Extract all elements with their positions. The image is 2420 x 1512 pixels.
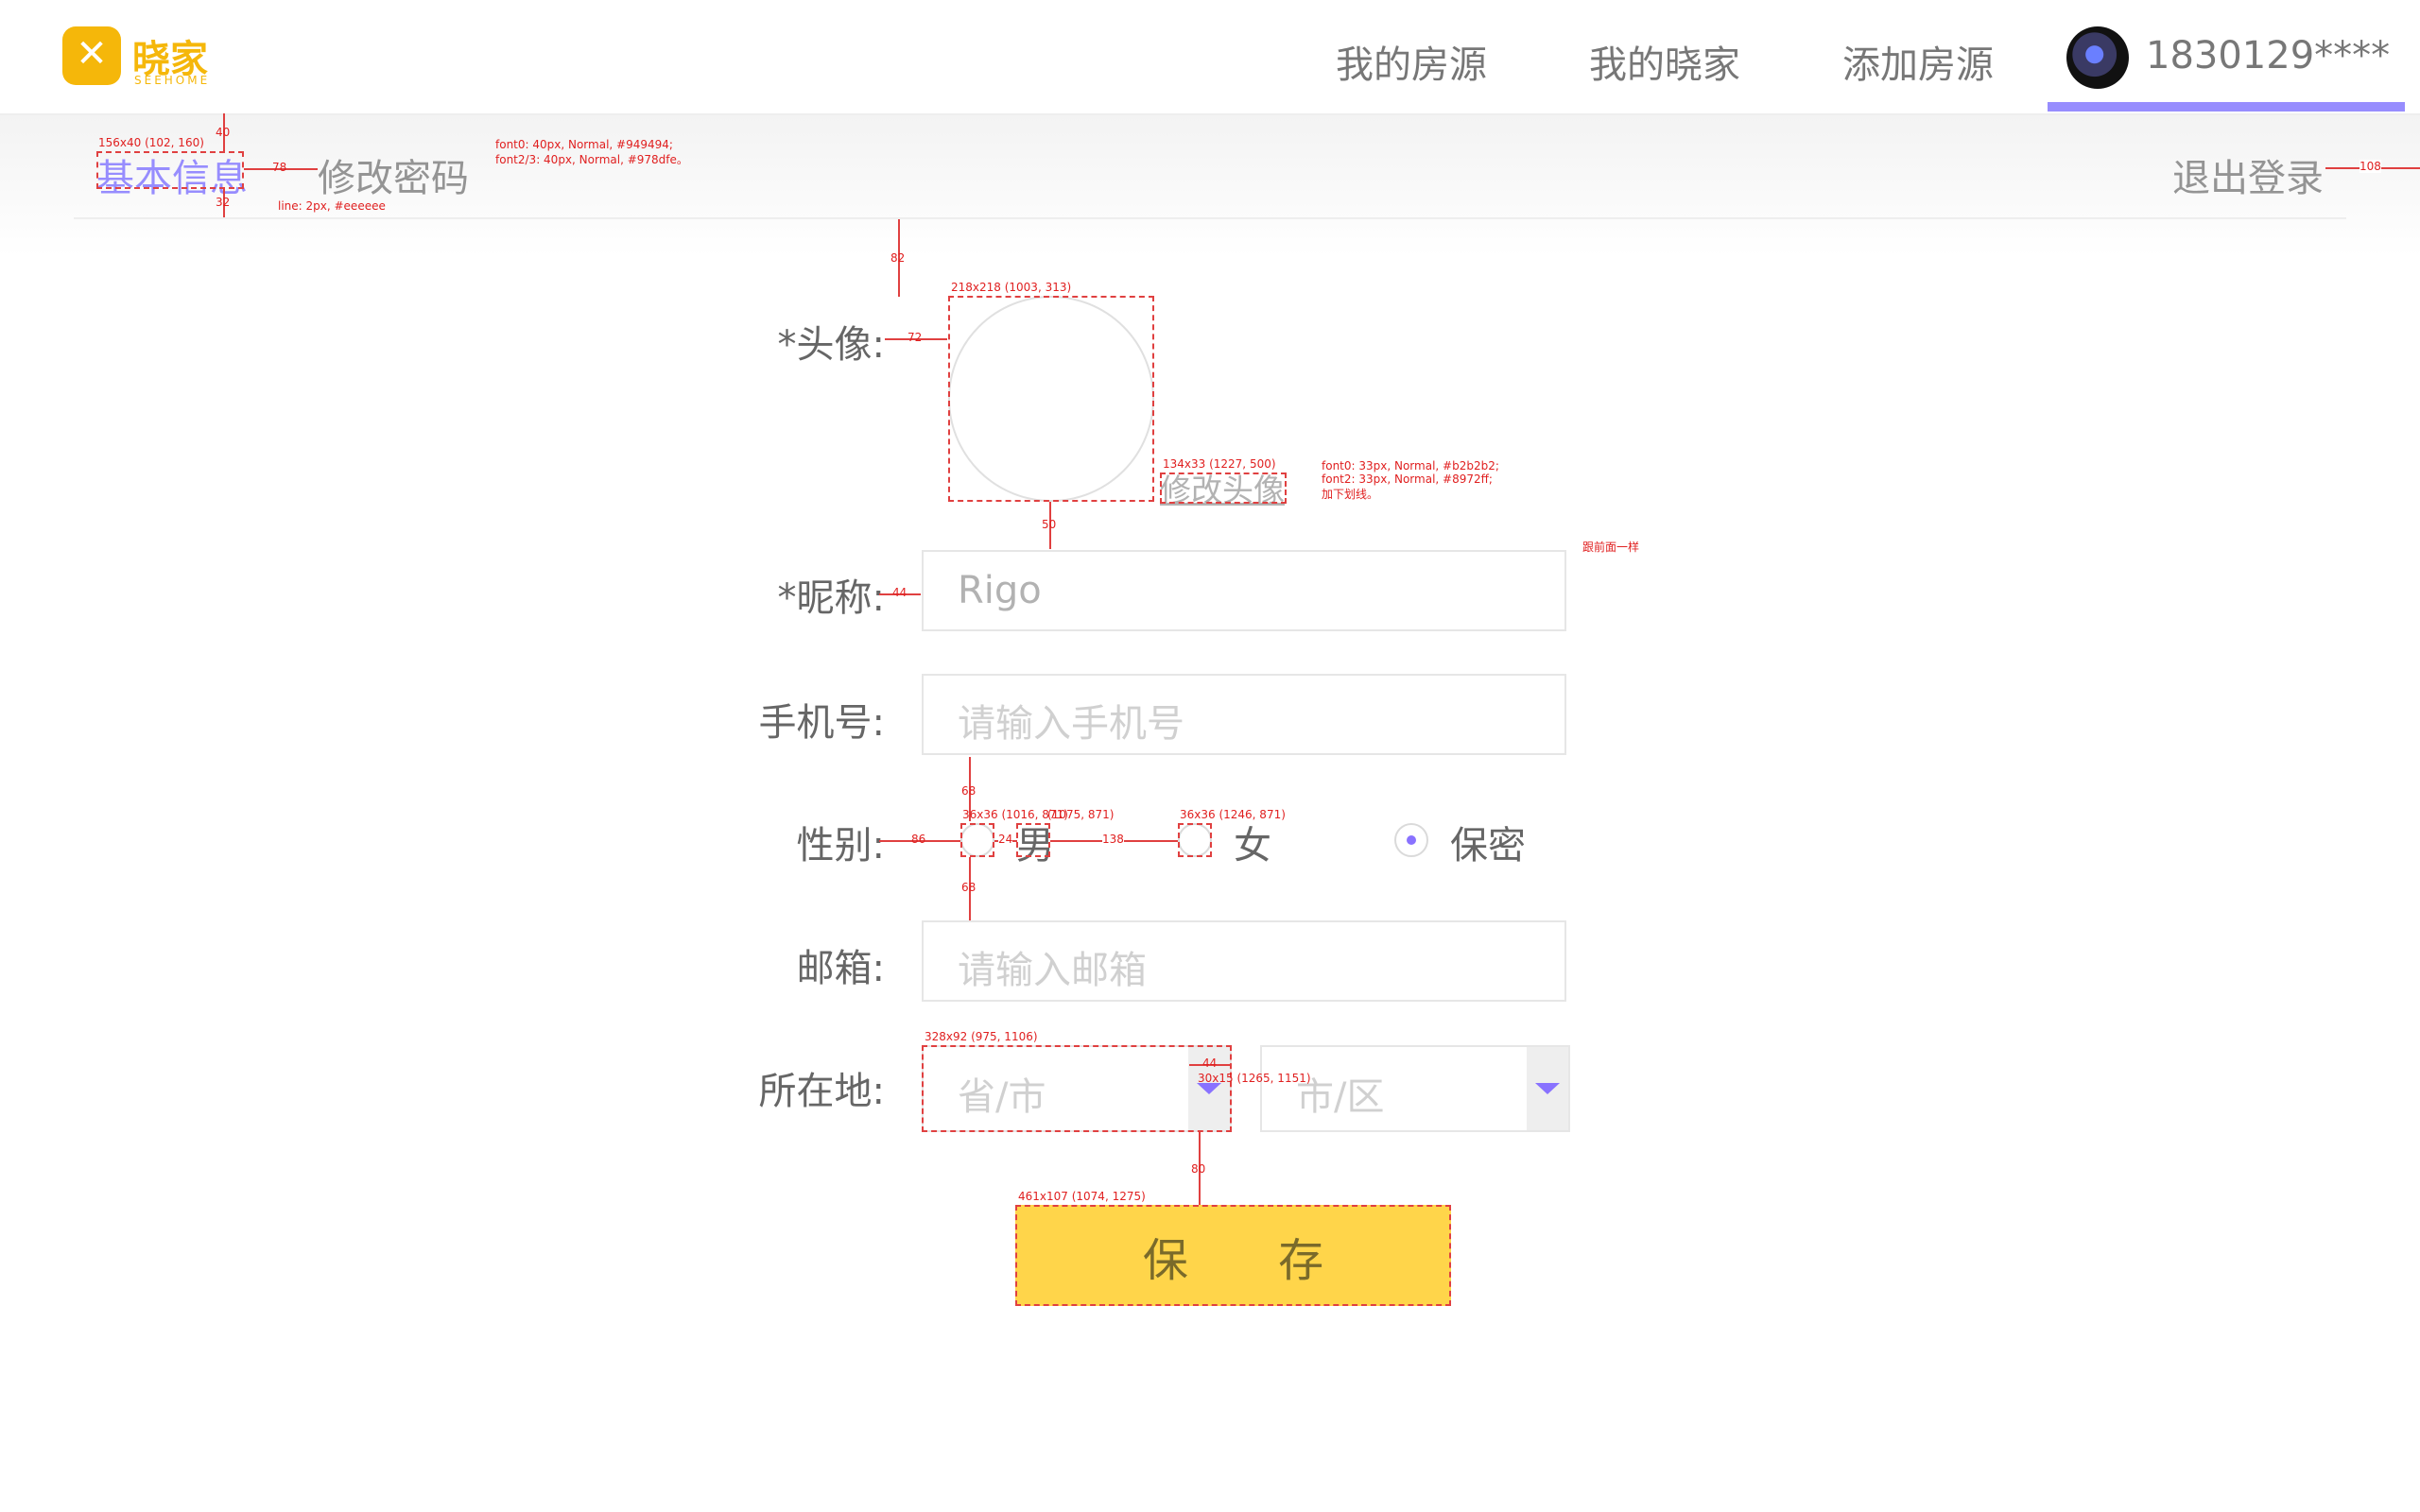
- nav-my-home[interactable]: 我的晓家: [1589, 34, 1740, 89]
- nickname-label: *昵称:: [777, 576, 885, 620]
- radio-secret[interactable]: [1394, 823, 1428, 857]
- location-label: 所在地:: [758, 1070, 885, 1113]
- annotation-label: 80: [1191, 1162, 1206, 1176]
- annotation-label: (1075, 871): [1047, 808, 1115, 821]
- subheader-divider: [74, 217, 2346, 219]
- annotation-label: 78: [272, 161, 287, 174]
- nav-add-listing[interactable]: 添加房源: [1842, 34, 1994, 89]
- avatar-label: *头像:: [777, 323, 885, 367]
- annotation-label: 40: [216, 126, 231, 139]
- annotation-label: 加下划线。: [1322, 488, 1379, 501]
- annotation-box: [96, 151, 244, 189]
- tab-change-password[interactable]: 修改密码: [318, 147, 469, 202]
- active-nav-underline: [2048, 102, 2405, 112]
- annotation-label: 72: [908, 331, 923, 344]
- annotation-label: 461x107 (1074, 1275): [1018, 1190, 1146, 1203]
- radio-female-label[interactable]: 女: [1234, 815, 1271, 869]
- annotation-label: 218x218 (1003, 313): [951, 281, 1072, 294]
- email-input[interactable]: 请输入邮箱: [922, 920, 1566, 1002]
- top-navbar: [0, 0, 2420, 115]
- phone-placeholder: 请输入手机号: [958, 702, 1184, 746]
- nickname-input[interactable]: Rigo: [922, 550, 1566, 631]
- annotation-label: 50: [1042, 518, 1057, 531]
- annotation-label: 68: [961, 784, 977, 798]
- annotation-label: 24: [998, 833, 1013, 846]
- email-placeholder: 请输入邮箱: [958, 949, 1147, 992]
- nickname-value: Rigo: [958, 569, 1042, 612]
- radio-secret-label[interactable]: 保密: [1450, 815, 1526, 869]
- annotation-label: 68: [961, 881, 977, 894]
- phone-input[interactable]: 请输入手机号: [922, 674, 1566, 755]
- annotation-label: 134x33 (1227, 500): [1163, 457, 1276, 471]
- annotation-label: 328x92 (975, 1106): [925, 1030, 1038, 1043]
- annotation-label: 108: [2360, 160, 2381, 173]
- nav-my-listings[interactable]: 我的房源: [1336, 34, 1487, 89]
- annotation-label: 32: [216, 196, 231, 209]
- annotation-label: 156x40 (102, 160): [98, 136, 204, 149]
- annotation-box: [1178, 823, 1212, 857]
- annotation-label: 跟前面一样: [1582, 541, 1640, 554]
- annotation-label: font0: 33px, Normal, #b2b2b2;: [1322, 459, 1499, 472]
- phone-label: 手机号:: [758, 701, 885, 745]
- city-select[interactable]: 市/区: [1260, 1045, 1570, 1132]
- user-avatar[interactable]: [2066, 26, 2129, 89]
- annotation-label: font0: 40px, Normal, #949494;: [495, 138, 673, 151]
- annotation-label: 86: [911, 833, 926, 846]
- gender-label: 性别:: [796, 824, 885, 868]
- annotation-box: [1016, 823, 1050, 857]
- logo-subtext: SEEHOME: [134, 74, 211, 87]
- annotation-box: [922, 1045, 1232, 1132]
- logout-link[interactable]: 退出登录: [2172, 147, 2324, 202]
- annotation-label: line: 2px, #eeeeee: [278, 199, 386, 213]
- annotation-label: 44: [892, 586, 908, 599]
- annotation-label: 36x36 (1246, 871): [1180, 808, 1286, 821]
- annotation-label: 138: [1102, 833, 1124, 846]
- logo-icon[interactable]: [62, 26, 121, 85]
- annotation-label: font2: 33px, Normal, #8972ff;: [1322, 472, 1493, 486]
- annotation-label: font2/3: 40px, Normal, #978dfe。: [495, 153, 688, 166]
- user-phone[interactable]: 1830129****: [2146, 34, 2390, 77]
- annotation-label: 30x15 (1265, 1151): [1198, 1072, 1311, 1085]
- annotation-box: [1160, 472, 1287, 504]
- annotation-box: [948, 296, 1154, 502]
- annotation-box: [960, 823, 994, 857]
- email-label: 邮箱:: [796, 947, 885, 990]
- annotation-label: 82: [890, 251, 906, 265]
- chevron-down-icon[interactable]: [1527, 1047, 1568, 1130]
- annotation-label: 44: [1202, 1057, 1218, 1070]
- annotation-box: [1015, 1205, 1451, 1306]
